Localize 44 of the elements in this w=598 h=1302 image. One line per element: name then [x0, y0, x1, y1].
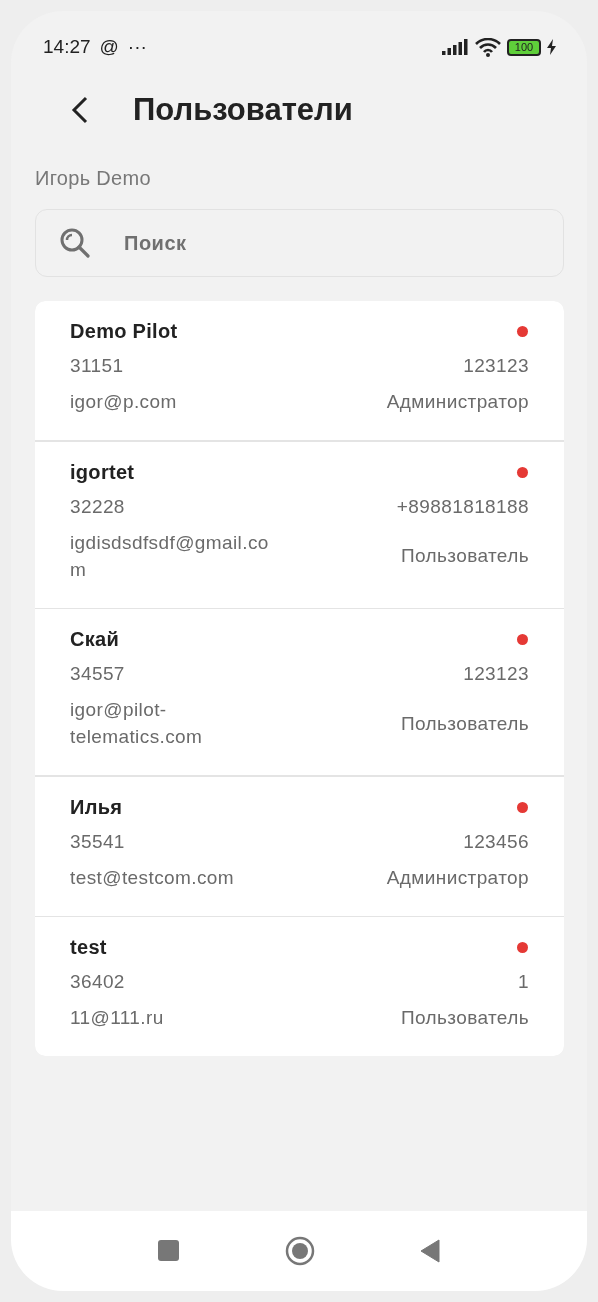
- user-name: Demo Pilot: [70, 320, 179, 343]
- user-row[interactable]: igortet 32228 +89881818188 igdisdsdfsdf@gmail.com Пользователь: [35, 441, 564, 608]
- user-id: 31151: [70, 354, 125, 378]
- account-name: Игорь Demo: [35, 167, 152, 190]
- system-back-button[interactable]: [420, 1239, 440, 1263]
- user-email: igdisdsdfsdf@gmail.com: [70, 530, 270, 582]
- user-role: Администратор: [386, 390, 529, 414]
- home-button[interactable]: [285, 1236, 315, 1266]
- user-phone: 123123: [463, 662, 529, 686]
- user-id: 35541: [70, 829, 126, 854]
- user-id: 32228: [70, 494, 126, 519]
- user-name: Скай: [70, 628, 121, 651]
- user-name: test: [70, 936, 108, 959]
- more-notifications-icon: ···: [127, 36, 147, 58]
- wifi-icon: [475, 37, 501, 57]
- user-email: igor@pilot-telematics.com: [70, 698, 204, 749]
- user-phone: 123123: [463, 354, 529, 378]
- user-phone: +89881818188: [396, 494, 529, 519]
- battery-icon: 100: [507, 38, 541, 56]
- charging-icon: [547, 39, 556, 55]
- user-row[interactable]: test 36402 1 11@111.ru Пользователь: [35, 917, 564, 1056]
- user-name: Илья: [70, 795, 124, 819]
- user-phone: 123456: [463, 829, 529, 854]
- user-email: test@testcom.com: [70, 865, 235, 890]
- user-email: igor@p.com: [70, 390, 178, 414]
- user-role: Пользователь: [400, 1006, 529, 1030]
- user-row[interactable]: Илья 35541 123456 test@testcom.com Администратор: [35, 776, 564, 916]
- user-email: 11@111.ru: [70, 1006, 165, 1030]
- user-phone: 1: [518, 970, 529, 994]
- user-role: Пользователь: [400, 711, 529, 736]
- user-id: 36402: [70, 970, 126, 994]
- user-name: igortet: [70, 460, 136, 484]
- screen-title: Пользователи: [133, 92, 353, 128]
- user-row[interactable]: Demo Pilot 31151 123123 igor@p.com Администратор: [35, 301, 564, 440]
- search-icon: [59, 227, 91, 259]
- user-role: Администратор: [386, 865, 529, 890]
- status-time: 14:27: [43, 36, 91, 58]
- notification-icon: @: [99, 36, 119, 58]
- user-row[interactable]: Скай 34557 123123 igor@pilot-telematics.com Пользователь: [35, 609, 564, 775]
- signal-icon: [442, 39, 469, 55]
- search-field[interactable]: Поиск: [35, 209, 564, 277]
- recent-apps-button[interactable]: [158, 1240, 180, 1262]
- user-role: Пользователь: [400, 544, 529, 568]
- user-id: 34557: [70, 662, 126, 686]
